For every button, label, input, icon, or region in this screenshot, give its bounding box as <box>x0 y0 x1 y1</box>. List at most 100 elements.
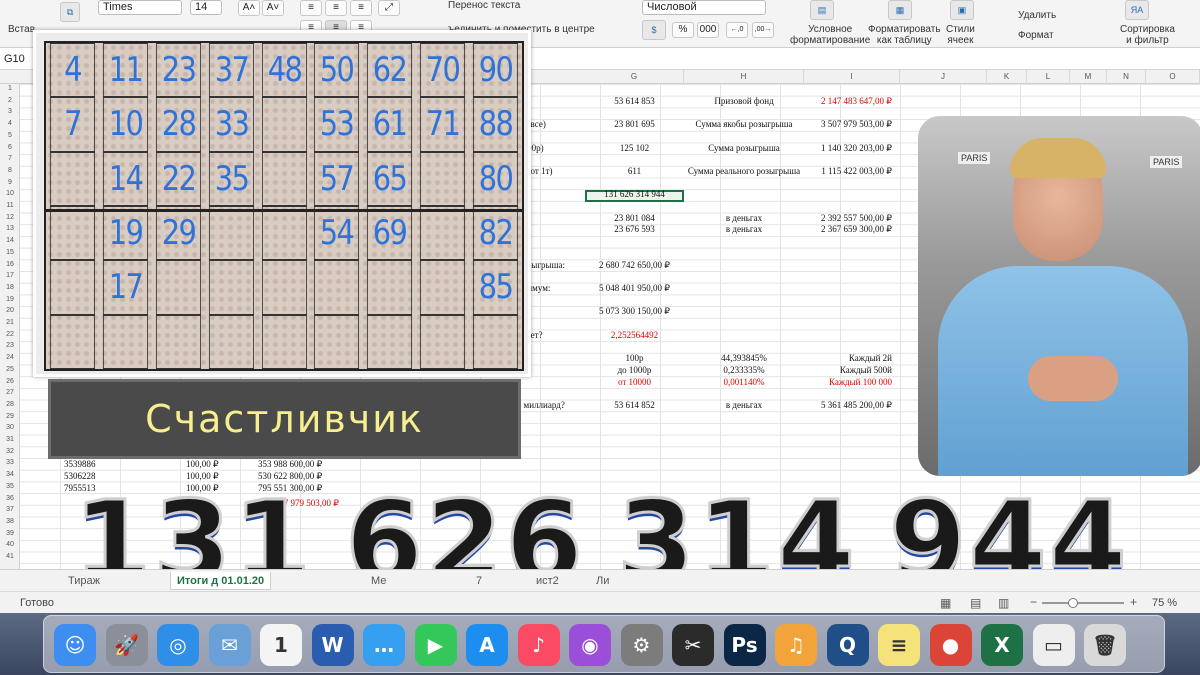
sheet-tab[interactable]: Итоги д 01.01.20 <box>170 572 272 590</box>
column-header[interactable]: N <box>1107 70 1146 84</box>
row-number[interactable]: 26 <box>0 378 20 385</box>
font-size-select[interactable]: 14 <box>190 0 222 15</box>
column-header[interactable]: O <box>1146 70 1200 84</box>
thousands-button[interactable]: 000 <box>697 22 719 38</box>
dock-notes-icon[interactable]: ≡ <box>878 624 920 666</box>
zoom-in-button[interactable]: + <box>1130 595 1137 609</box>
row-number[interactable]: 14 <box>0 237 20 244</box>
dock-chrome-icon[interactable]: ● <box>929 624 972 666</box>
row-number[interactable]: 1 <box>0 85 20 92</box>
format-menu[interactable]: Формат <box>1018 30 1054 41</box>
row-number[interactable]: 31 <box>0 436 20 443</box>
column-header[interactable]: K <box>987 70 1027 84</box>
row-number[interactable]: 30 <box>0 424 20 431</box>
row-number[interactable]: 21 <box>0 319 20 326</box>
row-number[interactable]: 22 <box>0 331 20 338</box>
column-header[interactable]: G <box>585 70 684 84</box>
dock-word-icon[interactable]: W <box>311 624 354 666</box>
page-layout-icon[interactable]: ▤ <box>970 596 981 610</box>
dock-music-icon[interactable]: ♪ <box>517 624 560 666</box>
column-header[interactable]: M <box>1070 70 1107 84</box>
shrink-font-button[interactable]: A˅ <box>262 0 284 16</box>
dock-photoshop-icon[interactable]: Ps <box>723 624 766 666</box>
row-number[interactable]: 11 <box>0 202 20 209</box>
wrap-text-button[interactable]: Перенос текста <box>448 0 520 11</box>
page-break-icon[interactable]: ▥ <box>998 596 1009 610</box>
grow-font-button[interactable]: A˄ <box>238 0 260 16</box>
decrease-decimal-button[interactable]: ,00→ <box>752 22 774 38</box>
dock-app-store-icon[interactable]: A <box>466 624 508 666</box>
row-number[interactable]: 29 <box>0 413 20 420</box>
dock-documents-folder-icon[interactable]: ▭ <box>1032 624 1075 666</box>
row-number[interactable]: 6 <box>0 144 20 151</box>
row-number[interactable]: 7 <box>0 155 20 162</box>
row-number[interactable]: 15 <box>0 249 20 256</box>
row-number[interactable]: 32 <box>0 448 20 455</box>
column-header[interactable]: H <box>684 70 804 84</box>
paste-button-label[interactable]: Встав <box>8 24 35 35</box>
dock-system-preferences-icon[interactable]: ⚙ <box>620 624 663 666</box>
dock-garageband-icon[interactable]: ♫ <box>775 624 817 666</box>
align-middle-button[interactable]: ≡ <box>325 0 347 16</box>
dock-messages-icon[interactable]: … <box>363 624 405 666</box>
name-box[interactable]: G10 <box>4 51 34 67</box>
sheet-tab[interactable]: ист2 <box>530 572 565 590</box>
increase-decimal-button[interactable]: ←,0 <box>726 22 748 38</box>
cell-styles-button[interactable]: Стили ячеек <box>946 24 975 46</box>
zoom-slider-knob[interactable] <box>1068 598 1078 608</box>
dock-podcasts-icon[interactable]: ◉ <box>569 624 611 666</box>
row-number[interactable]: 8 <box>0 167 20 174</box>
row-number[interactable]: 13 <box>0 225 20 232</box>
normal-view-icon[interactable]: ▦ <box>940 596 951 610</box>
row-number[interactable]: 33 <box>0 459 20 466</box>
cell-styles-icon[interactable]: ▣ <box>950 0 974 20</box>
sheet-tab[interactable]: 7 <box>470 572 488 590</box>
dock-trash-icon[interactable]: 🗑 <box>1084 624 1126 666</box>
column-header[interactable]: I <box>804 70 900 84</box>
dock-facetime-icon[interactable]: ▶ <box>414 624 457 666</box>
sort-filter-icon[interactable]: ЯА <box>1125 0 1149 20</box>
row-number[interactable]: 12 <box>0 214 20 221</box>
dock-quicktime-icon[interactable]: Q <box>826 624 869 666</box>
row-number[interactable]: 19 <box>0 296 20 303</box>
row-number[interactable]: 20 <box>0 307 20 314</box>
row-number[interactable]: 2 <box>0 97 20 104</box>
row-number[interactable]: 16 <box>0 261 20 268</box>
number-format-select[interactable]: Числовой <box>642 0 766 15</box>
row-number[interactable]: 24 <box>0 354 20 361</box>
row-number[interactable]: 5 <box>0 132 20 139</box>
row-number[interactable]: 4 <box>0 120 20 127</box>
orientation-button[interactable]: ⤢ <box>378 0 400 16</box>
row-number[interactable]: 25 <box>0 366 20 373</box>
sheet-tab[interactable]: Ме <box>365 572 392 590</box>
format-table-icon[interactable]: ▦ <box>888 0 912 20</box>
row-number[interactable]: 3 <box>0 108 20 115</box>
dock-safari-icon[interactable]: ◎ <box>157 624 199 666</box>
sheet-tab[interactable]: Ли <box>590 572 615 590</box>
row-number[interactable]: 23 <box>0 342 20 349</box>
align-top-button[interactable]: ≡ <box>300 0 322 16</box>
row-number[interactable]: 34 <box>0 471 20 478</box>
conditional-format-button[interactable]: Условное форматирование <box>790 24 870 46</box>
row-number[interactable]: 17 <box>0 272 20 279</box>
column-header[interactable]: J <box>900 70 987 84</box>
dock-mail-icon[interactable]: ✉ <box>208 624 251 666</box>
conditional-format-icon[interactable]: ▤ <box>810 0 834 20</box>
row-number[interactable]: 27 <box>0 389 20 396</box>
align-bottom-button[interactable]: ≡ <box>350 0 372 16</box>
currency-icon[interactable]: $ <box>642 20 666 40</box>
column-header[interactable]: L <box>1027 70 1070 84</box>
zoom-slider[interactable] <box>1042 602 1124 604</box>
row-number[interactable]: 10 <box>0 190 20 197</box>
zoom-out-button[interactable]: − <box>1030 595 1037 609</box>
percent-button[interactable]: % <box>672 22 694 38</box>
dock-excel-icon[interactable]: X <box>981 624 1023 666</box>
dock-finder-icon[interactable]: ☺ <box>54 624 96 666</box>
sheet-tab[interactable]: Тираж <box>62 572 106 590</box>
row-number[interactable]: 9 <box>0 179 20 186</box>
dock-final-cut-icon[interactable]: ✂ <box>672 624 714 666</box>
dock-calendar-icon[interactable]: 1 <box>260 624 302 666</box>
row-number[interactable]: 18 <box>0 284 20 291</box>
dock-launchpad-icon[interactable]: 🚀 <box>105 624 148 666</box>
delete-menu[interactable]: Удалить <box>1018 10 1056 21</box>
